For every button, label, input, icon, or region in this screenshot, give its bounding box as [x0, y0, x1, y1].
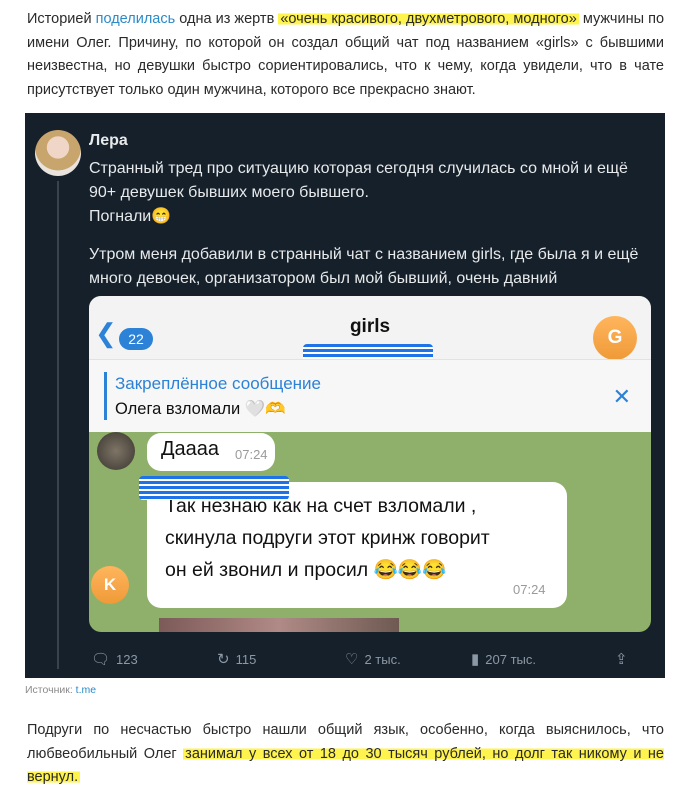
message-bubble: Даааа 07:24	[147, 433, 275, 471]
tweet-text-continued: Утром меня добавили в странный чат с наз…	[89, 246, 639, 287]
source-link[interactable]: поделилась	[96, 11, 176, 27]
article-paragraph-2: Подруги по несчастью быстро нашли общий …	[27, 719, 664, 790]
paragraph-text: Историей	[27, 11, 96, 27]
scribble-redaction	[139, 476, 289, 500]
image-preview	[159, 618, 399, 632]
retweet-action[interactable]: ↻ 115	[217, 650, 256, 668]
avatar	[35, 130, 81, 176]
highlighted-quote: «очень красивого, двухметрового, модного…	[278, 11, 579, 27]
sender-avatar	[97, 432, 135, 470]
pin-accent-bar	[104, 372, 107, 420]
share-action[interactable]: ⇪	[615, 650, 634, 668]
pinned-text: Олега взломали 🤍🫶	[115, 400, 286, 418]
retweet-icon: ↻	[217, 651, 230, 668]
telegram-header: ❮ 22 girls G	[89, 296, 651, 366]
chat-avatar: G	[593, 316, 637, 360]
chat-title: girls	[349, 316, 391, 337]
message-text: Так незнаю как на счет взломали , скинул…	[165, 495, 490, 581]
views-action[interactable]: ▮ 207 тыс.	[471, 650, 536, 668]
message-bubble: Так незнаю как на счет взломали , скинул…	[147, 482, 567, 608]
pinned-message-bar: Закреплённое сообщение Олега взломали 🤍🫶…	[89, 359, 651, 432]
message-text: Даааа	[161, 438, 220, 460]
like-count: 2 тыс.	[364, 652, 401, 667]
tweet-text: Странный тред про ситуацию которая сегод…	[89, 160, 628, 225]
retweet-count: 115	[235, 652, 257, 667]
views-count: 207 тыс.	[485, 652, 536, 667]
source-url-link[interactable]: t.me	[76, 684, 96, 696]
tweet-screenshot: Лера Странный тред про ситуацию которая …	[25, 113, 665, 678]
image-source: Источник: t.me	[25, 684, 96, 696]
article-paragraph-1: Историей поделилась одна из жертв «очень…	[27, 8, 664, 102]
views-icon: ▮	[471, 651, 480, 668]
heart-icon: ♡	[345, 651, 359, 668]
like-action[interactable]: ♡ 2 тыс.	[345, 650, 401, 668]
source-label: Источник:	[25, 684, 76, 696]
paragraph-text: одна из жертв	[175, 11, 279, 27]
reply-action[interactable]: 🗨 123	[91, 650, 138, 668]
message-time: 07:24	[513, 582, 546, 597]
pinned-title: Закреплённое сообщение	[115, 374, 321, 393]
close-icon: ✕	[612, 384, 631, 409]
share-icon: ⇪	[615, 651, 628, 668]
reply-count: 123	[116, 652, 138, 667]
sender-avatar: K	[91, 566, 129, 604]
tweet-author: Лера	[89, 132, 128, 149]
reply-icon: 🗨	[91, 651, 111, 668]
thread-line	[57, 181, 59, 669]
message-time: 07:24	[235, 447, 268, 462]
tweet-actions: 🗨 123 ↻ 115 ♡ 2 тыс. ▮ 207 тыс. ⇪	[25, 646, 665, 672]
telegram-chat-screenshot: ❮ 22 girls G Закреплённое сообщение Олег…	[89, 296, 651, 632]
